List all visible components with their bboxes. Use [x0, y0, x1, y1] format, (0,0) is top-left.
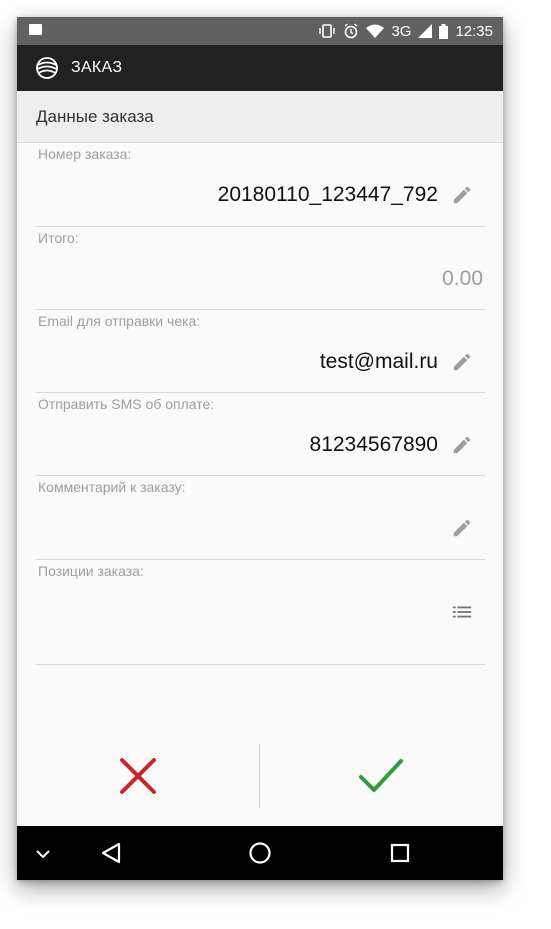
section-header: Данные заказа [17, 91, 503, 143]
cancel-icon [120, 758, 156, 794]
positions-label: Позиции заказа: [38, 563, 144, 579]
navigation-bar [17, 826, 503, 880]
sms-label: Отправить SMS об оплате: [38, 396, 215, 412]
battery-icon [439, 23, 449, 39]
total-value: 0.00 [442, 267, 483, 290]
action-buttons [17, 739, 503, 827]
order-number-field[interactable]: Номер заказа: 20180110_123447_792 [36, 142, 485, 227]
order-number-label: Номер заказа: [38, 146, 132, 162]
total-field: Итого: 0.00 [36, 226, 485, 310]
phone-screen: 3G 12:35 ЗАКАЗ Данные заказа Номер заказ… [17, 17, 503, 880]
total-label: Итого: [38, 230, 79, 246]
section-title: Данные заказа [36, 107, 154, 126]
vibrate-icon [319, 24, 336, 38]
checkmark-icon [359, 759, 403, 792]
comment-field[interactable]: Комментарий к заказу: [36, 475, 485, 560]
edit-pencil-icon[interactable] [451, 434, 473, 456]
comment-label: Комментарий к заказу: [38, 479, 186, 495]
edit-pencil-icon[interactable] [451, 184, 473, 206]
sms-value: 81234567890 [309, 433, 438, 456]
app-bar: ЗАКАЗ [17, 45, 503, 91]
email-value: test@mail.ru [319, 350, 438, 373]
signal-icon [418, 24, 433, 38]
home-icon[interactable] [248, 841, 272, 865]
back-icon[interactable] [100, 841, 122, 865]
image-icon [29, 24, 42, 35]
email-label: Email для отправки чека: [38, 313, 201, 329]
clock: 12:35 [455, 22, 493, 40]
network-type: 3G [391, 22, 412, 40]
app-title: ЗАКАЗ [71, 59, 123, 76]
order-number-value: 20180110_123447_792 [217, 183, 438, 206]
recents-icon[interactable] [390, 843, 410, 863]
sms-field[interactable]: Отправить SMS об оплате: 81234567890 [36, 392, 485, 476]
alarm-icon [345, 23, 358, 39]
cancel-button[interactable] [17, 739, 260, 827]
edit-pencil-icon[interactable] [451, 351, 473, 373]
status-icons: 3G 12:35 [318, 17, 493, 45]
positions-field[interactable]: Позиции заказа: [36, 559, 485, 665]
edit-pencil-icon[interactable] [451, 517, 473, 539]
email-field[interactable]: Email для отправки чека: test@mail.ru [36, 309, 485, 393]
status-bar: 3G 12:35 [17, 17, 503, 45]
chevron-down-icon[interactable] [35, 848, 51, 860]
app-logo-icon [36, 57, 58, 79]
confirm-button[interactable] [260, 739, 503, 827]
wifi-icon [366, 24, 385, 38]
list-icon[interactable] [451, 601, 473, 623]
